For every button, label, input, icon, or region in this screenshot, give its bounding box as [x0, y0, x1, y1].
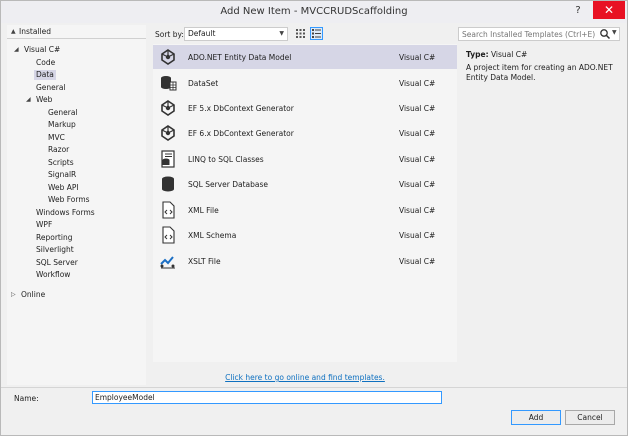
database-icon	[162, 176, 174, 192]
template-item-ef6-dbcontext-generator[interactable]: EF 6.x DbContext Generator Visual C#	[153, 121, 457, 145]
window-title: Add New Item - MVCCRUDScaffolding	[220, 6, 408, 17]
template-item-ef5-dbcontext-generator[interactable]: EF 5.x DbContext Generator Visual C#	[153, 96, 457, 120]
name-label: Name:	[14, 394, 39, 403]
tree-item-mvc[interactable]: MVC	[48, 133, 65, 143]
template-name: LINQ to SQL Classes	[188, 155, 264, 164]
template-name: XML File	[188, 206, 219, 215]
tree-item-web-forms[interactable]: Web Forms	[48, 195, 90, 205]
template-name: XSLT File	[188, 257, 221, 266]
tree-item-web-general[interactable]: General	[48, 108, 78, 118]
template-language: Visual C#	[399, 155, 436, 164]
xml-file-icon	[162, 201, 175, 219]
tree-item-visual-csharp[interactable]: Visual C#	[24, 45, 60, 55]
cancel-button[interactable]: Cancel	[565, 410, 615, 425]
sort-by-value: Default	[188, 29, 216, 38]
template-item-xslt-file[interactable]: XSLT File Visual C#	[153, 249, 457, 273]
bottom-divider	[1, 387, 627, 388]
template-name: ADO.NET Entity Data Model	[188, 53, 292, 62]
template-name: SQL Server Database	[188, 180, 268, 189]
template-language: Visual C#	[399, 104, 436, 113]
dataset-icon	[161, 76, 177, 91]
tree-item-signalr[interactable]: SignalR	[48, 170, 76, 180]
sort-by-label: Sort by:	[155, 30, 184, 39]
template-language: Visual C#	[399, 79, 436, 88]
close-button[interactable]: ✕	[593, 1, 625, 19]
tree-item-general[interactable]: General	[36, 83, 66, 93]
template-item-sql-server-database[interactable]: SQL Server Database Visual C#	[153, 172, 457, 196]
tree-item-windows-forms[interactable]: Windows Forms	[36, 208, 95, 218]
template-language: Visual C#	[399, 206, 436, 215]
search-templates-input[interactable]	[458, 27, 620, 41]
template-item-dataset[interactable]: DataSet Visual C#	[153, 71, 457, 95]
name-input[interactable]	[92, 391, 442, 404]
template-description: A project item for creating an ADO.NET E…	[466, 63, 613, 82]
template-name: XML Schema	[188, 231, 237, 240]
type-label: Type:	[466, 50, 489, 59]
dbcontext-generator-icon	[161, 100, 175, 116]
tree-item-reporting[interactable]: Reporting	[36, 233, 72, 243]
tree-item-online[interactable]: Online	[21, 290, 45, 300]
collapse-arrow-icon[interactable]: ▲	[11, 27, 16, 37]
tree-item-sql-server[interactable]: SQL Server	[36, 258, 78, 268]
tree-item-razor[interactable]: Razor	[48, 145, 69, 155]
linq-to-sql-icon	[161, 150, 175, 168]
online-templates-link[interactable]: Click here to go online and find templat…	[153, 373, 457, 382]
chevron-down-icon[interactable]: ▼	[612, 29, 617, 36]
template-type-line: Type: Visual C#	[466, 50, 527, 59]
template-language: Visual C#	[399, 180, 436, 189]
template-language: Visual C#	[399, 129, 436, 138]
xslt-file-icon	[160, 256, 175, 269]
tree-item-web[interactable]: Web	[36, 95, 52, 105]
expand-arrow-icon[interactable]: ◢	[26, 95, 31, 105]
tree-item-wpf[interactable]: WPF	[36, 220, 52, 230]
tree-item-silverlight[interactable]: Silverlight	[36, 245, 74, 255]
tree-item-web-api[interactable]: Web API	[48, 183, 79, 193]
title-bar: Add New Item - MVCCRUDScaffolding ? ✕	[1, 1, 627, 23]
dbcontext-generator-icon	[161, 125, 175, 141]
entity-model-icon	[161, 49, 175, 65]
template-item-xml-schema[interactable]: XML Schema Visual C#	[153, 223, 457, 247]
collapsed-arrow-icon[interactable]: ▷	[11, 290, 16, 300]
list-view-icon	[312, 29, 321, 38]
sort-by-dropdown[interactable]: Default ▼	[184, 27, 288, 41]
tree-item-workflow[interactable]: Workflow	[36, 270, 70, 280]
template-language: Visual C#	[399, 257, 436, 266]
details-view-button[interactable]	[310, 27, 323, 40]
tree-item-markup[interactable]: Markup	[48, 120, 76, 130]
template-name: EF 5.x DbContext Generator	[188, 104, 294, 113]
template-name: DataSet	[188, 79, 219, 88]
template-language: Visual C#	[399, 231, 436, 240]
grid-view-icon	[296, 29, 305, 38]
template-category-tree	[7, 25, 146, 385]
expand-arrow-icon[interactable]: ◢	[14, 45, 19, 55]
help-button[interactable]: ?	[569, 3, 587, 19]
template-item-linq-to-sql-classes[interactable]: LINQ to SQL Classes Visual C#	[153, 147, 457, 171]
xml-schema-icon	[162, 226, 175, 244]
type-value: Visual C#	[490, 50, 528, 59]
template-item-xml-file[interactable]: XML File Visual C#	[153, 198, 457, 222]
template-item-ado-net-entity-data-model[interactable]: ADO.NET Entity Data Model Visual C#	[153, 45, 457, 69]
chevron-down-icon: ▼	[279, 30, 284, 37]
tree-item-code[interactable]: Code	[36, 58, 55, 68]
add-new-item-dialog: Add New Item - MVCCRUDScaffolding ? ✕ ▲ …	[0, 0, 628, 436]
add-button[interactable]: Add	[511, 410, 561, 425]
tree-item-data[interactable]: Data	[34, 70, 56, 80]
search-icon[interactable]	[599, 28, 611, 40]
tree-item-scripts[interactable]: Scripts	[48, 158, 74, 168]
template-language: Visual C#	[399, 53, 436, 62]
tree-item-installed[interactable]: Installed	[19, 27, 51, 37]
tree-divider	[7, 38, 146, 39]
small-icons-view-button[interactable]	[294, 27, 307, 40]
template-name: EF 6.x DbContext Generator	[188, 129, 294, 138]
